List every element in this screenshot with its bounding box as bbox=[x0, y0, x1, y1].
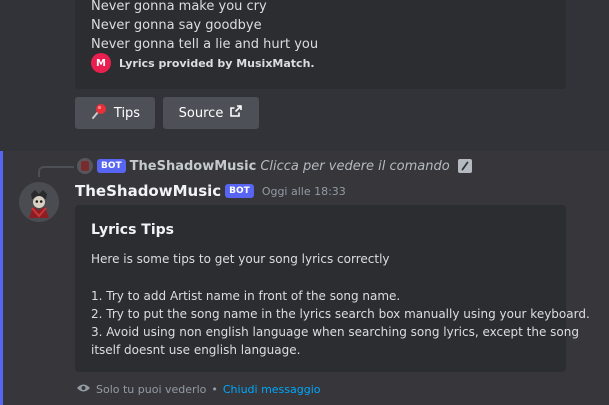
reply-username[interactable]: TheShadowMusic bbox=[130, 159, 257, 174]
message-header: TheShadowMusic BOT Oggi alle 18:33 bbox=[75, 182, 346, 200]
message-accent-bar bbox=[0, 151, 3, 405]
ephemeral-text: Solo tu puoi vederlo bbox=[96, 383, 207, 396]
lyrics-provider: M Lyrics provided by MusixMatch. bbox=[91, 53, 315, 73]
embed-text-line: 1. Try to add Artist name in front of th… bbox=[91, 289, 401, 303]
embed-text-line: 3. Avoid using non english language when… bbox=[91, 325, 579, 339]
reply-connector bbox=[38, 166, 74, 177]
previous-lyrics-embed: Never gonna make you cry Never gonna say… bbox=[75, 0, 566, 89]
reply-command-text[interactable]: Clicca per vedere il comando bbox=[260, 159, 449, 174]
lyrics-tips-embed: Lyrics Tips Here is some tips to get you… bbox=[75, 205, 590, 372]
slash-command-icon bbox=[457, 159, 472, 173]
avatar[interactable] bbox=[19, 182, 59, 222]
external-link-icon bbox=[229, 104, 243, 122]
source-button-label: Source bbox=[178, 105, 224, 121]
message-timestamp: Oggi alle 18:33 bbox=[261, 184, 346, 198]
bot-tag: BOT bbox=[225, 184, 254, 198]
musixmatch-icon: M bbox=[91, 53, 111, 73]
lyrics-line: Never gonna say goodbye bbox=[91, 18, 262, 33]
dismiss-message-link[interactable]: Chiudi messaggio bbox=[223, 383, 321, 396]
embed-text-line: Here is some tips to get your song lyric… bbox=[91, 252, 390, 266]
author-username[interactable]: TheShadowMusic bbox=[75, 182, 221, 200]
embed-text-line: 2. Try to put the song name in the lyric… bbox=[91, 307, 590, 321]
separator-dot: • bbox=[211, 383, 218, 396]
eye-icon bbox=[76, 383, 91, 396]
lyrics-line: Never gonna tell a lie and hurt you bbox=[91, 37, 319, 52]
command-reply-preview[interactable]: BOT TheShadowMusic Clicca per vedere il … bbox=[77, 156, 472, 176]
source-button[interactable]: Source bbox=[163, 97, 259, 129]
reply-bot-tag: BOT bbox=[97, 159, 126, 173]
reply-avatar bbox=[77, 158, 93, 174]
embed-title: Lyrics Tips bbox=[91, 222, 175, 238]
pushpin-icon bbox=[90, 102, 108, 124]
provider-text: Lyrics provided by MusixMatch. bbox=[119, 56, 315, 70]
ephemeral-notice: Solo tu puoi vederlo • Chiudi messaggio bbox=[76, 383, 321, 396]
tips-button[interactable]: Tips bbox=[75, 97, 155, 129]
lyrics-line: Never gonna make you cry bbox=[91, 0, 267, 14]
embed-text-line: itself doesnt use english language. bbox=[91, 343, 301, 357]
tips-button-label: Tips bbox=[113, 105, 141, 121]
